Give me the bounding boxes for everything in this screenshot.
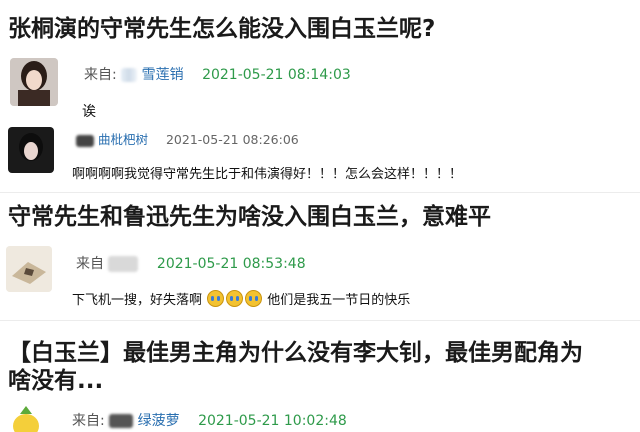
source-username[interactable]: 绿菠萝 [138,413,180,429]
crying-face-icon [207,290,225,307]
redacted-username [76,134,94,147]
post-title-3-line-2[interactable]: 啥没有... [8,366,103,396]
reply-avatar[interactable] [8,127,54,173]
post-title-3-line-1[interactable]: 【白玉兰】最佳男主角为什么没有李大钊，最佳男配角为 [8,338,583,368]
section-divider [0,320,640,321]
source-prefix: 来自: [84,67,117,83]
post-title-2[interactable]: 守常先生和鲁迅先生为啥没入围白玉兰，意难平 [8,202,491,232]
redacted-username [109,414,134,428]
user-avatar[interactable] [6,246,52,292]
comment-meta-3: 来自: 绿菠萝 2021-05-21 10:02:48 [72,410,347,430]
comment-text-start: 下飞机一搜，好失落啊 [72,293,203,308]
comment-time: 2021-05-21 08:53:48 [156,256,306,272]
source-prefix: 来自 [76,256,104,272]
redacted-username [108,256,139,272]
crying-face-icon [226,290,244,307]
source-prefix: 来自: [72,413,105,429]
source-username[interactable]: 雪莲销 [142,67,184,83]
reply-meta-1: 曲枇杷树 2021-05-21 08:26:06 [76,129,299,148]
redacted-username [121,68,138,82]
reply-time: 2021-05-21 08:26:06 [165,132,299,147]
user-avatar[interactable] [10,58,58,106]
crying-face-icon [245,290,263,307]
comment-time: 2021-05-21 08:14:03 [202,67,351,83]
comment-text-1: 诶 [82,104,96,120]
reply-text-1: 啊啊啊啊我觉得守常先生比于和伟演得好！！！怎么会这样！！！！ [72,167,463,182]
post-title-1[interactable]: 张桐演的守常先生怎么能没入围白玉兰呢? [8,14,435,44]
comment-meta-2: 来自 2021-05-21 08:53:48 [76,253,306,273]
comment-meta-1: 来自: 雪莲销 2021-05-21 08:14:03 [84,64,351,84]
user-avatar[interactable] [6,404,46,432]
section-divider [0,192,640,193]
comment-text-2: 下飞机一搜，好失落啊 他们是我五一节日的快乐 [72,289,410,308]
comment-text-end: 他们是我五一节日的快乐 [267,293,411,308]
reply-username[interactable]: 曲枇杷树 [98,132,148,147]
comment-time: 2021-05-21 10:02:48 [198,413,347,429]
